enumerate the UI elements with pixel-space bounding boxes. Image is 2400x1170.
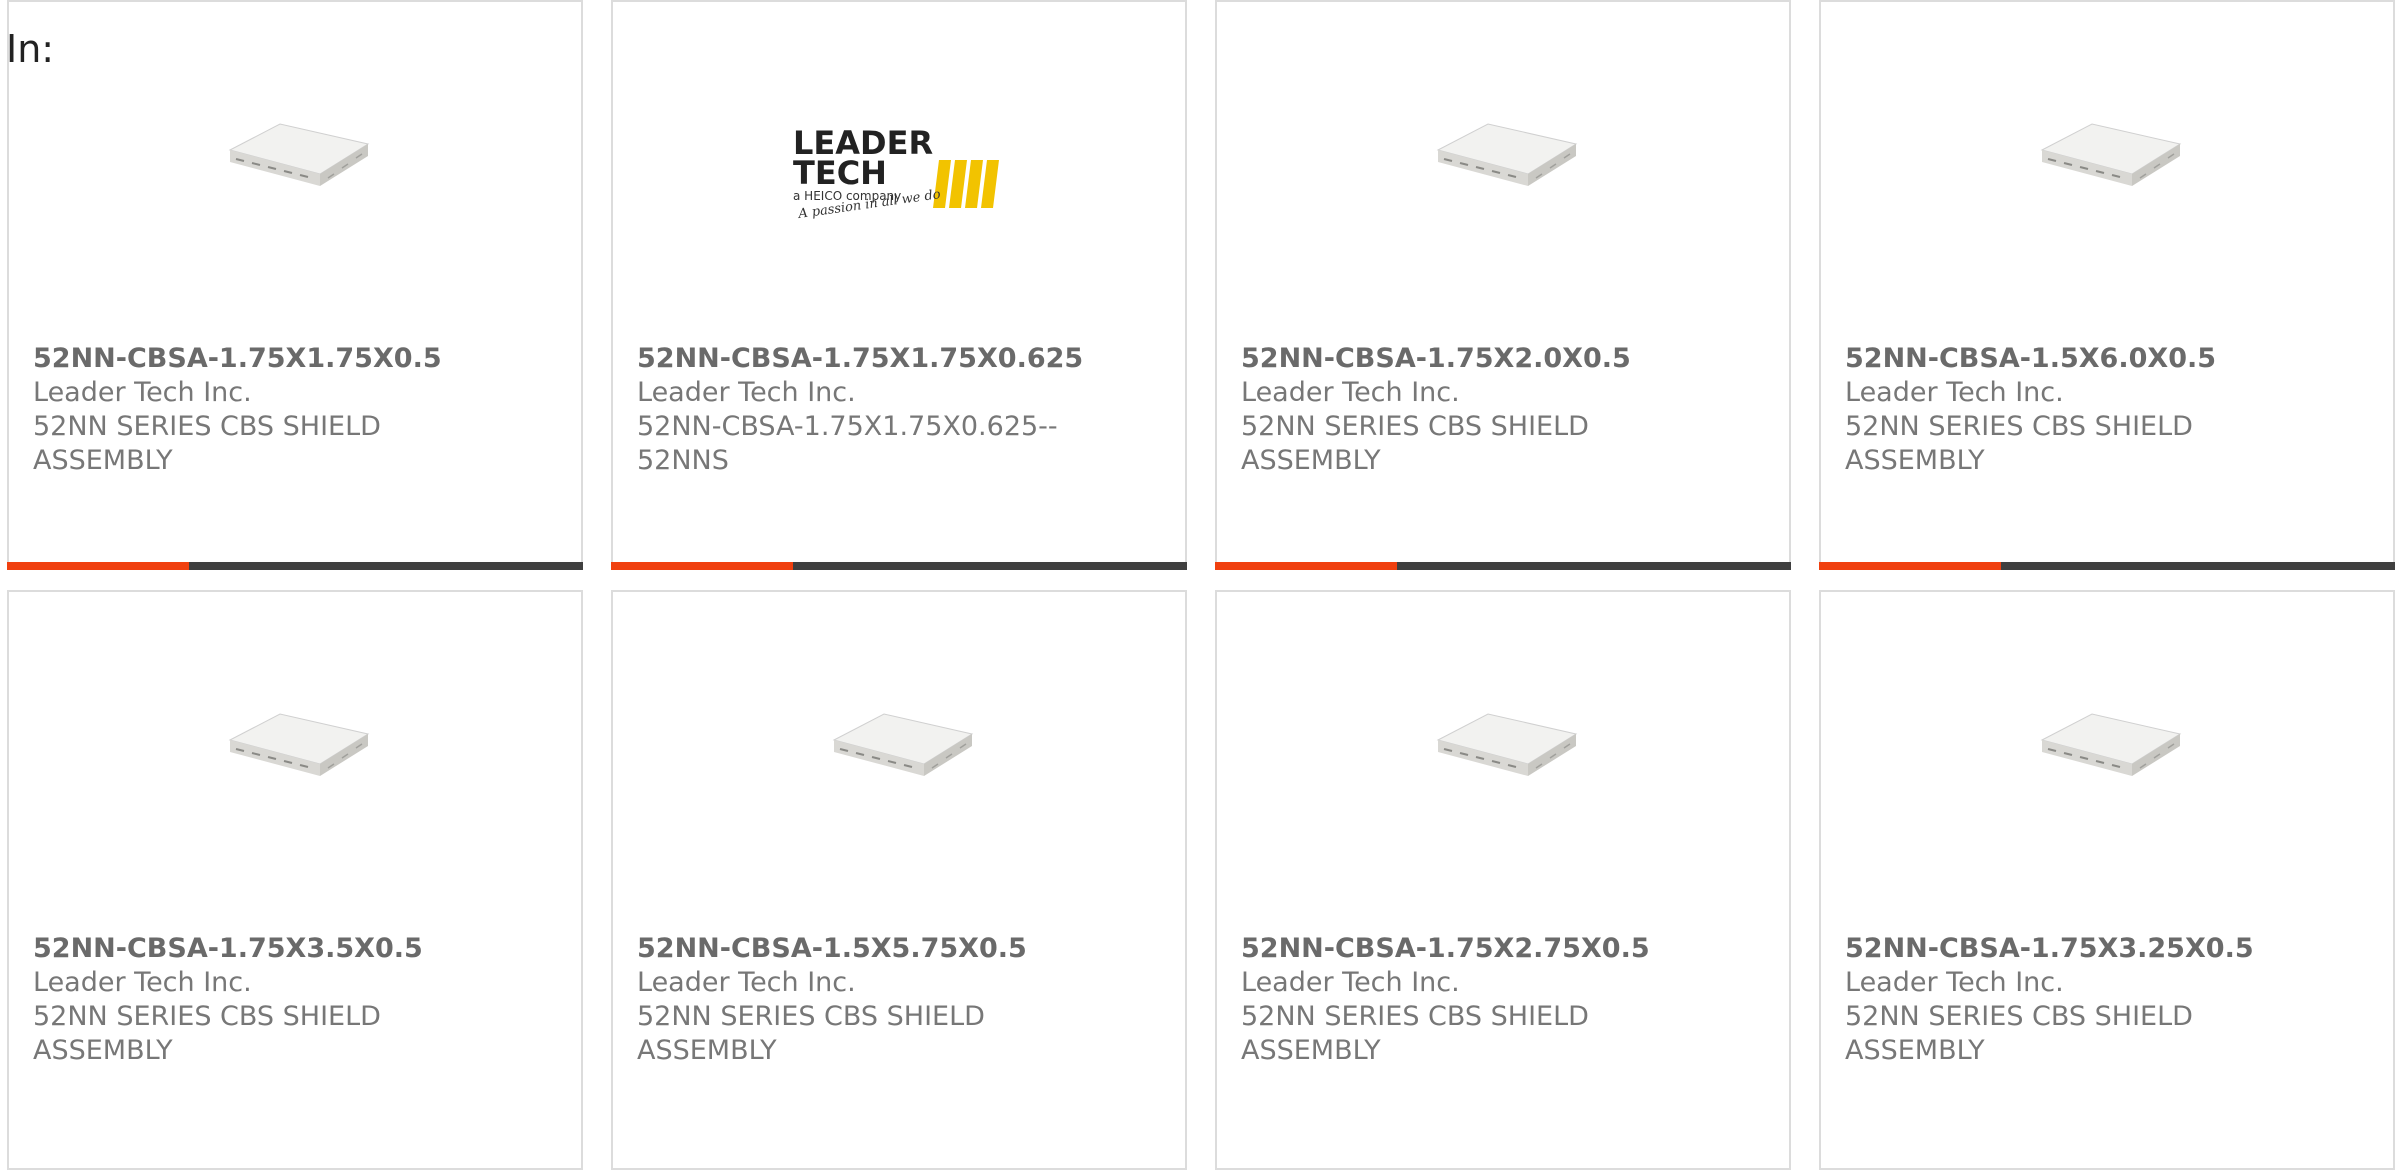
card-accent — [1215, 562, 1397, 570]
in-label: In: — [6, 27, 55, 71]
product-description-line1: 52NN SERIES CBS SHIELD — [637, 1001, 985, 1032]
product-description-line2: ASSEMBLY — [1241, 445, 1381, 476]
card-bottom-bar — [1819, 562, 2395, 570]
product-image[interactable] — [9, 102, 581, 232]
product-manufacturer: Leader Tech Inc. — [33, 967, 252, 998]
product-card[interactable]: 52NN-CBSA-1.5X5.75X0.5 Leader Tech Inc. … — [611, 590, 1187, 1170]
product-card[interactable]: 52NN-CBSA-1.75X3.5X0.5 Leader Tech Inc. … — [7, 590, 583, 1170]
product-part-number[interactable]: 52NN-CBSA-1.75X3.25X0.5 — [1845, 932, 2369, 966]
product-card[interactable]: 52NN-CBSA-1.75X1.75X0.5 Leader Tech Inc.… — [7, 0, 583, 570]
product-description-line2: ASSEMBLY — [1845, 1035, 1985, 1066]
product-part-number[interactable]: 52NN-CBSA-1.75X2.75X0.5 — [1241, 932, 1765, 966]
product-image[interactable] — [613, 692, 1185, 822]
card-accent — [7, 562, 189, 570]
product-part-number[interactable]: 52NN-CBSA-1.75X3.5X0.5 — [33, 932, 557, 966]
product-info: 52NN-CBSA-1.75X1.75X0.5 Leader Tech Inc.… — [33, 342, 557, 478]
card-accent — [611, 562, 793, 570]
product-card[interactable]: 52NN-CBSA-1.75X2.0X0.5 Leader Tech Inc. … — [1215, 0, 1791, 570]
product-description-line1: 52NN SERIES CBS SHIELD — [1241, 1001, 1589, 1032]
product-part-number[interactable]: 52NN-CBSA-1.75X1.75X0.5 — [33, 342, 557, 376]
product-description-line2: ASSEMBLY — [637, 1035, 777, 1066]
product-image[interactable] — [1217, 692, 1789, 822]
product-manufacturer: Leader Tech Inc. — [1845, 377, 2064, 408]
product-description-line1: 52NN-CBSA-1.75X1.75X0.625-- — [637, 411, 1058, 442]
card-accent — [1819, 562, 2001, 570]
product-manufacturer: Leader Tech Inc. — [1241, 967, 1460, 998]
product-image[interactable] — [1821, 102, 2393, 232]
product-image[interactable] — [1821, 692, 2393, 822]
product-manufacturer: Leader Tech Inc. — [637, 377, 856, 408]
shield-assembly-icon — [832, 713, 974, 776]
shield-assembly-icon — [228, 713, 370, 776]
product-info: 52NN-CBSA-1.75X2.0X0.5 Leader Tech Inc. … — [1241, 342, 1765, 478]
product-description-line1: 52NN SERIES CBS SHIELD — [1241, 411, 1589, 442]
product-part-number[interactable]: 52NN-CBSA-1.75X1.75X0.625 — [637, 342, 1161, 376]
shield-assembly-icon — [228, 123, 370, 186]
product-description-line2: ASSEMBLY — [33, 445, 173, 476]
product-info: 52NN-CBSA-1.5X5.75X0.5 Leader Tech Inc. … — [637, 932, 1161, 1068]
shield-assembly-icon — [2040, 713, 2182, 776]
product-grid: 52NN-CBSA-1.75X1.75X0.5 Leader Tech Inc.… — [7, 0, 2400, 1170]
product-description-line1: 52NN SERIES CBS SHIELD — [1845, 1001, 2193, 1032]
product-part-number[interactable]: 52NN-CBSA-1.5X6.0X0.5 — [1845, 342, 2369, 376]
product-card[interactable]: 52NN-CBSA-1.75X2.75X0.5 Leader Tech Inc.… — [1215, 590, 1791, 1170]
product-description-line2: ASSEMBLY — [1241, 1035, 1381, 1066]
product-description-line2: ASSEMBLY — [33, 1035, 173, 1066]
shield-assembly-icon — [1436, 713, 1578, 776]
product-image[interactable]: LEADER TECH a HEICO company A passion in… — [613, 102, 1185, 232]
product-card[interactable]: 52NN-CBSA-1.5X6.0X0.5 Leader Tech Inc. 5… — [1819, 0, 2395, 570]
product-card[interactable]: LEADER TECH a HEICO company A passion in… — [611, 0, 1187, 570]
product-info: 52NN-CBSA-1.75X3.25X0.5 Leader Tech Inc.… — [1845, 932, 2369, 1068]
product-description-line2: ASSEMBLY — [1845, 445, 1985, 476]
product-image[interactable] — [1217, 102, 1789, 232]
product-manufacturer: Leader Tech Inc. — [1845, 967, 2064, 998]
product-info: 52NN-CBSA-1.5X6.0X0.5 Leader Tech Inc. 5… — [1845, 342, 2369, 478]
shield-assembly-icon — [1436, 123, 1578, 186]
product-description-line1: 52NN SERIES CBS SHIELD — [33, 1001, 381, 1032]
product-description-line1: 52NN SERIES CBS SHIELD — [1845, 411, 2193, 442]
product-part-number[interactable]: 52NN-CBSA-1.75X2.0X0.5 — [1241, 342, 1765, 376]
product-manufacturer: Leader Tech Inc. — [1241, 377, 1460, 408]
product-card[interactable]: 52NN-CBSA-1.75X3.25X0.5 Leader Tech Inc.… — [1819, 590, 2395, 1170]
svg-text:TECH: TECH — [793, 154, 887, 192]
card-bottom-bar — [1215, 562, 1791, 570]
card-bottom-bar — [611, 562, 1187, 570]
product-description-line2: 52NNS — [637, 445, 729, 476]
product-manufacturer: Leader Tech Inc. — [637, 967, 856, 998]
card-bottom-bar — [7, 562, 583, 570]
product-description-line1: 52NN SERIES CBS SHIELD — [33, 411, 381, 442]
product-info: 52NN-CBSA-1.75X2.75X0.5 Leader Tech Inc.… — [1241, 932, 1765, 1068]
leader-tech-logo: LEADER TECH a HEICO company A passion in… — [793, 124, 999, 222]
product-part-number[interactable]: 52NN-CBSA-1.5X5.75X0.5 — [637, 932, 1161, 966]
shield-assembly-icon — [2040, 123, 2182, 186]
product-manufacturer: Leader Tech Inc. — [33, 377, 252, 408]
product-image[interactable] — [9, 692, 581, 822]
product-info: 52NN-CBSA-1.75X1.75X0.625 Leader Tech In… — [637, 342, 1161, 478]
product-info: 52NN-CBSA-1.75X3.5X0.5 Leader Tech Inc. … — [33, 932, 557, 1068]
